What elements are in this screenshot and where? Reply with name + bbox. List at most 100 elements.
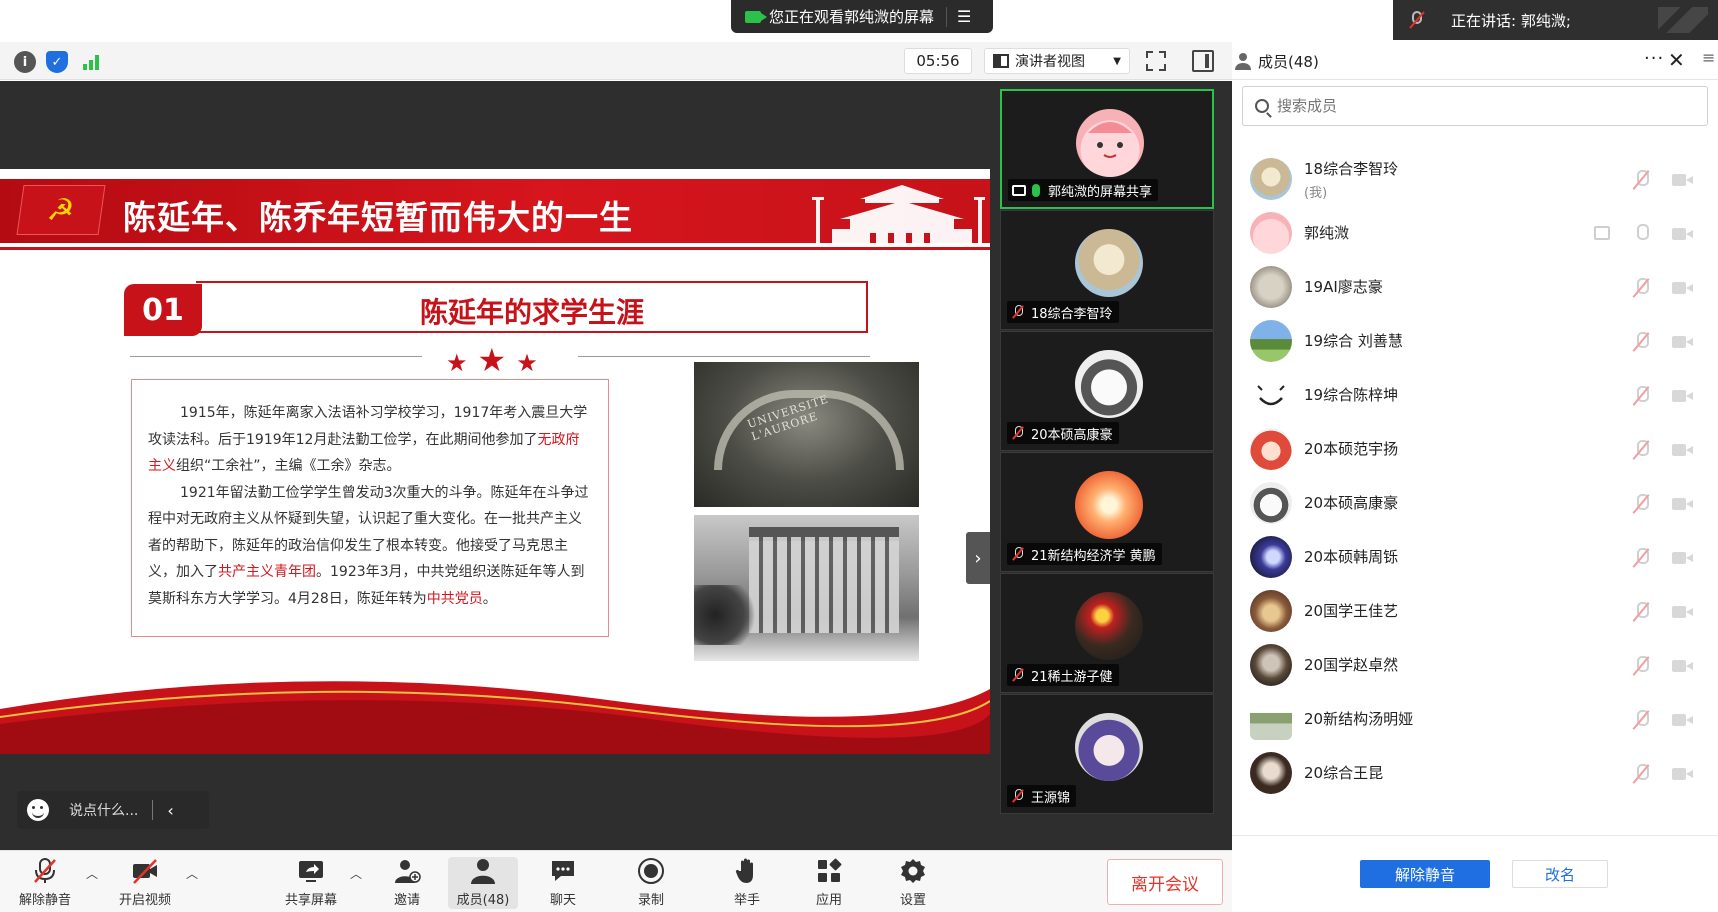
chevron-left-icon[interactable]: ‹ [167,801,173,820]
camera-off-icon[interactable] [1672,280,1694,296]
muted-mic-icon[interactable] [1632,332,1650,352]
camera-off-icon[interactable] [1672,712,1694,728]
tile-name: 20本硕高康豪 [1031,427,1113,443]
list-item[interactable]: 19综合陈梓坤 [1232,366,1718,424]
record-icon [637,857,665,885]
viewing-screen-banner[interactable]: 您正在观看郭纯溦的屏幕 ☰ [731,0,993,33]
camera-off-icon[interactable] [1672,766,1694,782]
camera-off-icon[interactable] [1672,334,1694,350]
video-tile[interactable]: 18综合李智玲 [1000,210,1214,330]
tile-label: 20本硕高康豪 [1007,422,1119,444]
members-panel-footer: 解除静音 改名 [1232,835,1718,912]
emoji-icon[interactable] [27,799,49,821]
record-button[interactable]: 录制 [616,857,686,909]
muted-mic-icon[interactable] [1632,494,1650,514]
muted-mic-icon[interactable] [1632,710,1650,730]
chat-button[interactable]: 聊天 [528,857,598,909]
camera-off-icon[interactable] [1672,604,1694,620]
menu-icon[interactable]: ☰ [957,7,971,26]
list-item[interactable]: 20本硕韩周铄 [1232,528,1718,586]
more-options-icon[interactable]: ··· [1644,48,1664,69]
meeting-window: 您正在观看郭纯溦的屏幕 ☰ 正在讲话: 郭纯溦; i ✓ 05:56 演讲者视图… [0,0,1718,912]
record-label: 录制 [637,893,664,908]
viewing-text: 您正在观看郭纯溦的屏幕 [769,8,935,26]
close-icon[interactable]: ✕ [1668,48,1685,72]
member-name: 19AI廖志豪 [1304,278,1383,296]
muted-mic-icon[interactable] [1632,602,1650,622]
layout-icon [993,54,1009,68]
list-item[interactable]: 19AI廖志豪 [1232,258,1718,316]
tile-label: 王源锦 [1007,785,1077,807]
list-item[interactable]: 20综合王昆 [1232,744,1718,802]
video-tile[interactable]: 王源锦 [1000,694,1214,814]
slide-red-wave-decoration [0,681,990,754]
collapse-tiles-handle[interactable]: › [966,532,990,584]
member-name: 20综合王昆 [1304,764,1384,782]
tile-label: 郭纯溦的屏幕共享 [1008,179,1159,201]
camera-off-icon[interactable] [1672,658,1694,674]
rename-button[interactable]: 改名 [1512,860,1608,888]
member-list: 18综合李智玲 (我) 郭纯溦 19AI廖志豪 19综合 刘善慧 19综合陈梓坤… [1232,150,1718,835]
list-item[interactable]: 20国学赵卓然 [1232,636,1718,694]
muted-mic-icon[interactable] [1632,548,1650,568]
muted-mic-icon[interactable] [1632,386,1650,406]
muted-mic-icon[interactable] [1632,440,1650,460]
raise-hand-button[interactable]: 举手 [712,857,782,909]
camera-off-icon[interactable] [1672,388,1694,404]
invite-label: 邀请 [393,893,420,908]
fullscreen-icon[interactable] [1145,50,1167,72]
member-search-box[interactable] [1242,86,1708,126]
leave-meeting-button[interactable]: 离开会议 [1107,859,1223,905]
unmute-button[interactable]: 解除静音 [10,857,80,909]
camera-off-icon[interactable] [1672,550,1694,566]
share-screen-button[interactable]: 共享屏幕 [276,857,346,909]
divider-line [578,356,870,357]
muted-mic-icon[interactable] [1632,764,1650,784]
member-self-tag: (我) [1304,186,1328,201]
camera-off-icon[interactable] [1672,172,1694,188]
avatar [1250,644,1292,686]
members-button[interactable]: 成员(48) [448,857,518,909]
unmute-member-button[interactable]: 解除静音 [1360,860,1490,888]
tile-name: 18综合李智玲 [1031,306,1113,322]
presentation-slide: ☭ 陈延年、陈乔年短暂而伟大的一生 01 陈延年的求学生涯 ★★★ 1915年，… [0,169,990,754]
start-video-button[interactable]: 开启视频 [110,857,180,909]
camera-off-icon[interactable] [1672,496,1694,512]
search-input[interactable] [1277,97,1677,115]
video-tile[interactable]: 郭纯溦的屏幕共享 [1000,89,1214,209]
info-icon[interactable]: i [14,51,36,73]
signal-strength-icon[interactable] [80,51,102,73]
list-item[interactable]: 20本硕高康豪 [1232,474,1718,532]
apps-button[interactable]: 应用 [794,857,864,909]
chevron-up-icon[interactable]: ︿ [350,865,362,882]
list-item[interactable]: 20国学王佳艺 [1232,582,1718,640]
settings-button[interactable]: 设置 [878,857,948,909]
list-item[interactable]: 18综合李智玲 (我) [1232,150,1718,208]
speaking-indicator: 正在讲话: 郭纯溦; [1393,0,1718,40]
view-mode-dropdown[interactable]: 演讲者视图 ▼ [984,48,1130,74]
side-panel-toggle-icon[interactable] [1192,50,1214,72]
chevron-up-icon[interactable]: ︿ [86,865,98,882]
mic-icon[interactable] [1632,224,1650,244]
member-name: 19综合陈梓坤 [1304,386,1399,404]
camera-off-icon [131,857,159,885]
video-tile[interactable]: 21新结构经济学 黄鹏 [1000,452,1214,572]
camera-off-icon[interactable] [1672,442,1694,458]
raise-hand-label: 举手 [733,893,760,908]
camera-off-icon[interactable] [1672,226,1694,242]
invite-button[interactable]: 邀请 [372,857,442,909]
list-item[interactable]: 20本硕范宇扬 [1232,420,1718,478]
muted-mic-icon[interactable] [1632,278,1650,298]
security-shield-icon[interactable]: ✓ [46,51,68,73]
hamburger-menu-icon[interactable]: ≡ [1702,48,1715,67]
unmute-label: 解除静音 [18,893,71,908]
chevron-up-icon[interactable]: ︿ [186,865,198,882]
video-tile[interactable]: 21稀土游子健 [1000,573,1214,693]
list-item[interactable]: 19综合 刘善慧 [1232,312,1718,370]
chat-quick-input[interactable]: 说点什么... ‹ [17,791,209,829]
muted-mic-icon[interactable] [1632,170,1650,190]
list-item[interactable]: 郭纯溦 [1232,204,1718,262]
video-tile[interactable]: 20本硕高康豪 [1000,331,1214,451]
list-item[interactable]: 20新结构汤明娅 [1232,690,1718,748]
muted-mic-icon[interactable] [1632,656,1650,676]
